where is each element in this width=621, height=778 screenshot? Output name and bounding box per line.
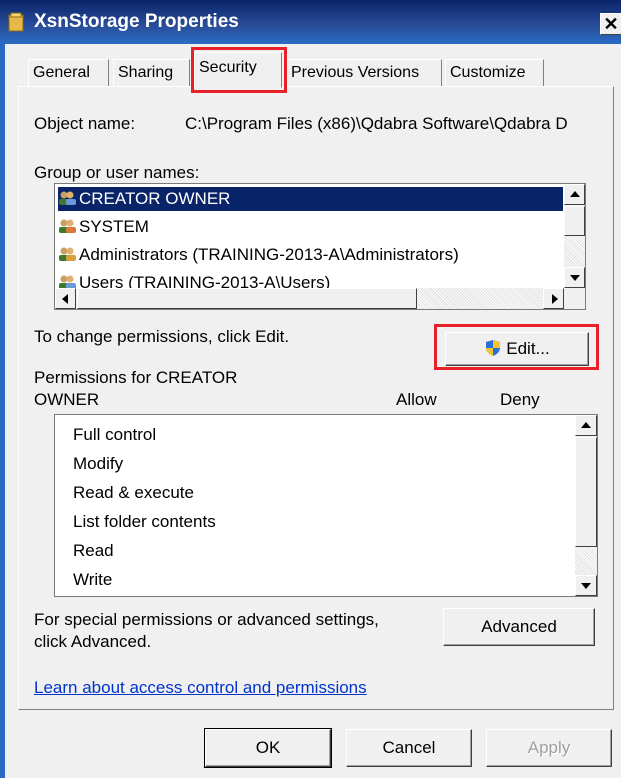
permission-row: Write (73, 570, 113, 589)
permissions-for-label-line2: OWNER (34, 390, 100, 409)
cancel-button-label: Cancel (382, 738, 436, 757)
object-name-label: Object name: (34, 114, 136, 133)
permission-row: Modify (73, 454, 124, 473)
apply-button-label: Apply (527, 738, 571, 757)
special-permissions-text-line2: click Advanced. (34, 632, 152, 651)
user-list[interactable]: CREATOR OWNER SYSTEM Administrators (TRA… (54, 183, 586, 310)
list-item[interactable]: Administrators (TRAINING-2013-A\Administ… (58, 243, 459, 267)
tab-previous-versions[interactable]: Previous Versions (286, 59, 442, 86)
permission-row: Read & execute (73, 483, 194, 502)
arrow-left-icon (62, 294, 68, 304)
tab-security[interactable]: Security (194, 52, 282, 88)
scroll-corner (564, 288, 585, 309)
tab-general[interactable]: General (28, 59, 109, 86)
special-permissions-text-line1: For special permissions or advanced sett… (34, 610, 379, 629)
tab-sharing-label: Sharing (118, 64, 174, 81)
list-item[interactable]: SYSTEM (58, 215, 149, 239)
scroll-thumb[interactable] (564, 206, 585, 236)
ok-button[interactable]: OK (204, 728, 332, 768)
scroll-thumb[interactable] (575, 437, 597, 547)
scroll-up-button[interactable] (564, 184, 585, 205)
title-bar[interactable]: XsnStorage Properties ✕ (0, 0, 621, 44)
user-name: CREATOR OWNER (79, 189, 231, 208)
cancel-button[interactable]: Cancel (346, 729, 472, 767)
arrow-up-icon (570, 191, 580, 197)
arrow-down-icon (581, 583, 591, 589)
user-group-icon (59, 219, 76, 233)
window-title: XsnStorage Properties (34, 11, 239, 32)
permission-row: Read (73, 541, 114, 560)
group-or-user-names-label: Group or user names: (34, 163, 200, 182)
allow-column-header: Allow (396, 390, 437, 409)
user-name: Administrators (TRAINING-2013-A\Administ… (79, 245, 459, 264)
properties-dialog: XsnStorage Properties ✕ General Sharing … (0, 0, 621, 778)
close-icon: ✕ (603, 14, 619, 34)
arrow-right-icon (552, 294, 558, 304)
tab-sharing[interactable]: Sharing (113, 59, 190, 86)
apply-button[interactable]: Apply (486, 729, 612, 767)
horizontal-scroll-thumb[interactable] (77, 288, 417, 309)
advanced-button[interactable]: Advanced (443, 608, 595, 646)
permission-row: Full control (73, 425, 157, 444)
edit-button-label: Edit... (506, 339, 550, 358)
deny-column-header: Deny (500, 390, 540, 409)
ok-button-label: OK (255, 738, 281, 757)
permissions-list[interactable]: Full control Modify Read & execute List … (54, 414, 598, 597)
scroll-right-button[interactable] (543, 288, 564, 309)
permissions-for-label-line1: Permissions for CREATOR (34, 368, 238, 387)
permission-row: List folder contents (73, 512, 216, 531)
tab-previous-versions-label: Previous Versions (291, 64, 420, 81)
window-frame (0, 0, 5, 778)
tab-customize[interactable]: Customize (445, 59, 544, 86)
close-button[interactable]: ✕ (600, 13, 621, 35)
object-name-value: C:\Program Files (x86)\Qdabra Software\Q… (185, 114, 568, 133)
tab-general-label: General (33, 64, 90, 81)
list-item[interactable]: CREATOR OWNER (58, 187, 563, 211)
scroll-down-button[interactable] (564, 267, 585, 288)
advanced-button-label: Advanced (481, 617, 557, 636)
uac-shield-icon (486, 340, 501, 356)
scroll-left-button[interactable] (55, 288, 76, 309)
scroll-down-button[interactable] (575, 575, 597, 596)
arrow-down-icon (570, 275, 580, 281)
arrow-up-icon (581, 422, 591, 428)
tab-customize-label: Customize (450, 64, 526, 81)
folder-icon (8, 12, 24, 32)
user-group-icon (59, 247, 76, 261)
user-group-icon (59, 191, 76, 205)
scroll-up-button[interactable] (575, 415, 597, 436)
change-permissions-text: To change permissions, click Edit. (34, 327, 290, 346)
edit-button[interactable]: Edit... (445, 332, 589, 366)
tab-security-label: Security (199, 59, 257, 76)
user-name: SYSTEM (79, 217, 149, 236)
learn-access-control-link[interactable]: Learn about access control and permissio… (34, 678, 367, 698)
